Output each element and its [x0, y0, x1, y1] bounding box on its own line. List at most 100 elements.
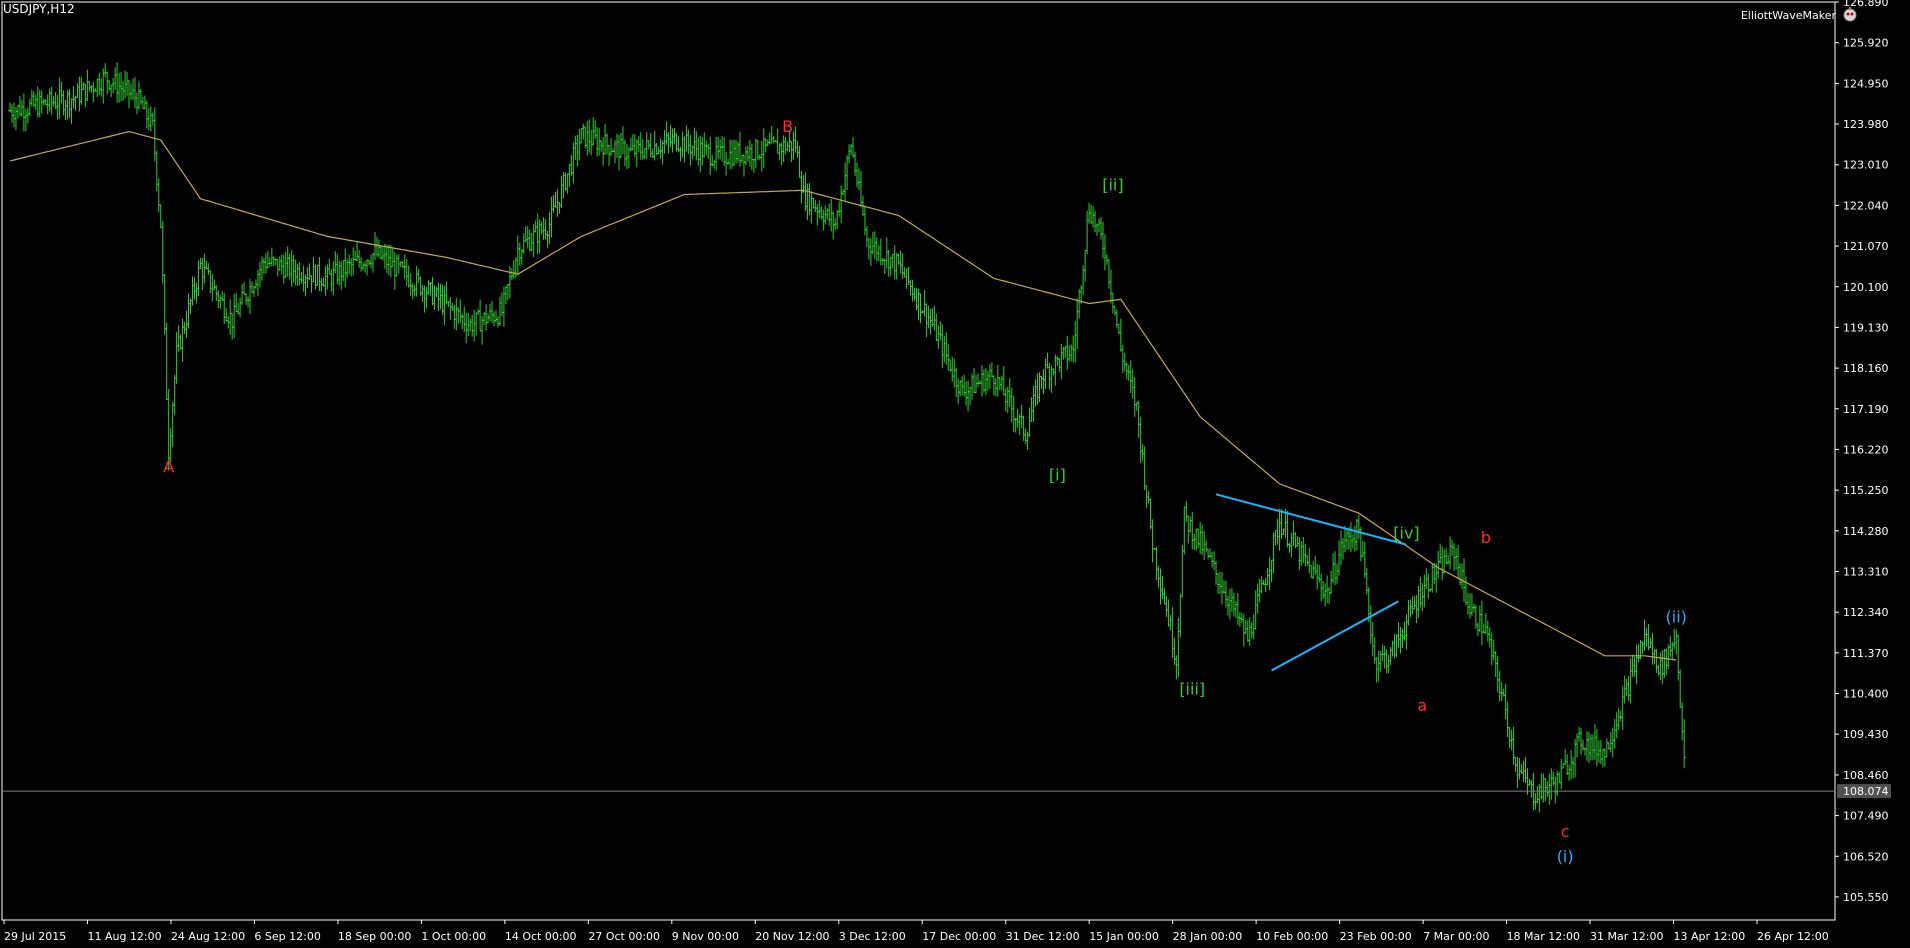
ohlc-bar: [1275, 518, 1280, 545]
ohlc-bar: [460, 313, 465, 330]
ohlc-bar: [230, 312, 235, 340]
ohlc-bar: [1210, 551, 1215, 568]
ohlc-bar: [958, 380, 963, 397]
ohlc-bar: [1015, 408, 1020, 428]
ohlc-bar: [311, 257, 316, 283]
ohlc-bar: [908, 279, 913, 296]
ohlc-bar: [815, 204, 820, 226]
ohlc-bar: [1402, 621, 1407, 641]
ohlc-bar: [305, 267, 310, 288]
ohlc-bar: [1382, 645, 1387, 669]
ohlc-bar: [507, 266, 512, 299]
ohlc-bar: [1590, 734, 1595, 761]
ohlc-bar: [299, 271, 304, 284]
ohlc-bar: [87, 81, 92, 92]
ohlc-bar: [601, 137, 606, 166]
ohlc-bar: [781, 135, 786, 163]
ohlc-bar: [103, 63, 108, 78]
ohlc-bar: [53, 92, 58, 110]
ohlc-bar: [160, 220, 165, 284]
ohlc-bar: [702, 132, 707, 158]
ohlc-bar: [890, 253, 895, 269]
ohlc-bar: [898, 250, 903, 274]
wave-label: (i): [1557, 847, 1574, 866]
time-axis: 29 Jul 2015 11 Aug 12:00 24 Aug 12:00 6 Sep…: [3, 920, 1829, 943]
ohlc-bar: [470, 314, 475, 337]
ohlc-bar: [248, 278, 253, 315]
ohlc-bar: [936, 325, 941, 349]
ohlc-bar: [190, 276, 195, 306]
ohlc-bar: [142, 95, 147, 109]
y-tick-label: 123.010: [1843, 159, 1889, 172]
ohlc-bar: [123, 70, 128, 99]
ohlc-bar: [886, 249, 891, 277]
ohlc-bar: [1680, 702, 1685, 741]
ohlc-bar: [1505, 701, 1510, 738]
ohlc-bar: [129, 83, 134, 100]
wave-label: A: [163, 457, 174, 476]
ohlc-bar: [140, 97, 145, 109]
ohlc-bar: [1156, 565, 1161, 588]
y-tick-label: 115.250: [1843, 484, 1889, 497]
ohlc-bar: [1642, 619, 1647, 651]
ohlc-bar: [1541, 773, 1546, 803]
ohlc-bar: [694, 131, 699, 161]
ohlc-bar: [1489, 632, 1494, 666]
ohlc-bar: [376, 239, 381, 259]
ohlc-bar: [1640, 641, 1645, 655]
ohlc-bar: [456, 307, 461, 324]
ohlc-bar: [1214, 561, 1219, 585]
ohlc-bar: [837, 201, 842, 217]
ohlc-bar: [1604, 738, 1609, 758]
x-tick-label: 18 Sep 00:00: [338, 930, 411, 943]
ohlc-bar: [1380, 644, 1385, 662]
ohlc-bar: [1229, 587, 1234, 612]
ohlc-bar: [1289, 532, 1294, 558]
ohlc-bar: [872, 231, 877, 260]
ohlc-bar: [490, 301, 495, 323]
ohlc-bar: [607, 144, 612, 166]
ohlc-bar: [503, 285, 508, 305]
ohlc-bar: [1023, 428, 1028, 444]
ohlc-bar: [257, 262, 262, 288]
ohlc-bar: [1537, 783, 1542, 813]
ohlc-bar: [1406, 599, 1411, 626]
ohlc-bar: [1158, 568, 1163, 605]
wave-label: (ii): [1666, 607, 1687, 626]
x-tick-label: 3 Dec 12:00: [839, 930, 906, 943]
ohlc-bar: [817, 200, 822, 219]
ohlc-bar: [1374, 657, 1379, 683]
ohlc-bar: [765, 139, 770, 147]
ohlc-bar: [432, 285, 437, 310]
ohlc-bar: [1164, 595, 1169, 617]
ohlc-bar: [1128, 360, 1133, 393]
ohlc-bar: [1309, 564, 1314, 578]
ohlc-bar: [1579, 728, 1584, 755]
ohlc-bar: [448, 296, 453, 320]
ohlc-bar: [259, 256, 264, 281]
ohlc-bar: [539, 221, 544, 235]
x-tick-label: 7 Mar 00:00: [1423, 930, 1489, 943]
ohlc-bar: [966, 380, 971, 412]
ohlc-bar: [1235, 593, 1240, 625]
ohlc-bar: [595, 127, 600, 157]
ohlc-bar: [438, 283, 443, 310]
ohlc-bar: [1011, 396, 1016, 432]
ohlc-bar: [1269, 559, 1274, 583]
ohlc-bar: [829, 198, 834, 232]
ohlc-bar: [1646, 624, 1651, 651]
ohlc-bar: [1396, 621, 1401, 648]
chart-canvas[interactable]: A B [i] [ii] [iii] [iv] a b c (i) (ii) 126.890 125.…: [0, 0, 1910, 948]
ohlc-bar: [444, 281, 449, 305]
ohlc-bar: [1267, 557, 1272, 591]
ohlc-bar: [638, 132, 643, 160]
ohlc-bar: [880, 258, 885, 266]
ohlc-bar: [1610, 727, 1615, 758]
ohlc-bar: [1237, 612, 1242, 627]
ohlc-bar: [1150, 519, 1155, 563]
ohlc-bar: [1458, 563, 1463, 586]
ohlc-bar: [858, 170, 863, 208]
ohlc-bar: [1467, 593, 1472, 619]
ohlc-bar: [543, 219, 548, 240]
ohlc-bar: [1668, 636, 1673, 657]
